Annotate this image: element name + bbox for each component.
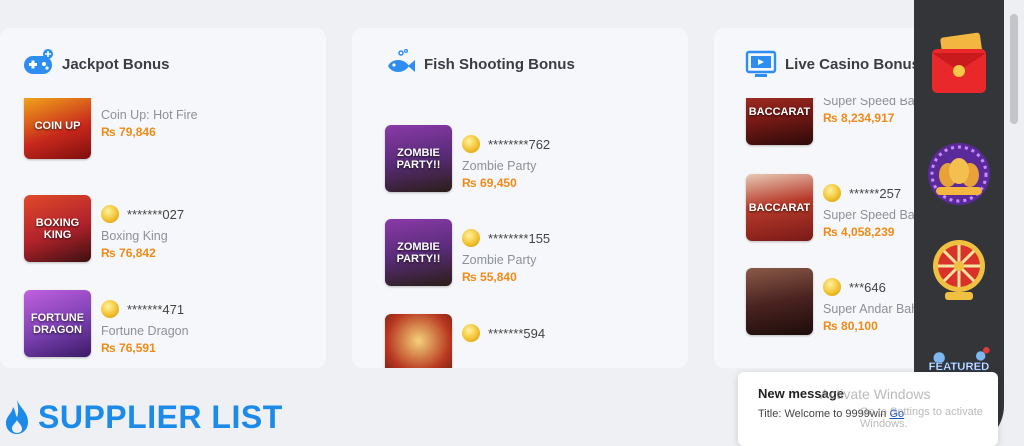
bonus-list: COIN UP Coin Up: Hot Fire ₨ 79,846 BOXIN… — [0, 98, 326, 368]
coin-icon — [462, 229, 480, 247]
live-tv-icon — [745, 50, 777, 77]
bonus-amount: ₨ 79,846 — [101, 125, 156, 139]
game-thumbnail[interactable]: BOXING KING — [24, 195, 91, 262]
panel-title: Fish Shooting Bonus — [424, 55, 575, 73]
fish-icon — [388, 49, 415, 72]
bonus-amount: ₨ 55,840 — [462, 270, 517, 284]
panel-header: Fish Shooting Bonus — [384, 48, 575, 80]
masked-username: ********762 — [488, 136, 551, 152]
fire-icon — [6, 400, 28, 434]
bonus-amount: ₨ 76,591 — [101, 341, 156, 355]
masked-username: *******594 — [488, 325, 546, 341]
panel-title: Jackpot Bonus — [62, 55, 170, 73]
supplier-list-title: SUPPLIER LIST — [38, 398, 283, 435]
game-thumbnail[interactable]: BACCARAT — [746, 98, 813, 145]
game-thumbnail[interactable]: COIN UP — [24, 98, 91, 159]
coin-icon — [462, 324, 480, 342]
game-thumbnail[interactable]: BACCARAT — [746, 174, 813, 241]
toast-body: Title: Welcome to 9999win Go — [758, 408, 904, 420]
bonus-amount: ₨ 76,842 — [101, 246, 156, 260]
masked-username: ******257 — [849, 185, 902, 201]
game-thumbnail[interactable]: FORTUNE DRAGON — [24, 290, 91, 357]
game-name: Zombie Party — [462, 159, 537, 173]
bonus-amount: ₨ 69,450 — [462, 176, 517, 190]
game-thumbnail[interactable] — [385, 314, 452, 368]
list-item[interactable]: BOXING KING *******027 Boxing King ₨ 76,… — [24, 195, 184, 263]
coin-icon — [823, 278, 841, 296]
game-name: Boxing King — [101, 229, 168, 243]
list-item[interactable]: ***646 Super Andar Bahar ₨ 80,100 — [746, 268, 929, 336]
toast-message: Title: Welcome to 9999win — [758, 408, 887, 420]
new-message-toast[interactable]: New message Title: Welcome to 9999win Go — [738, 372, 998, 446]
masked-username: *******027 — [127, 206, 185, 222]
lucky-wheel-button[interactable] — [926, 234, 992, 306]
golden-eggs-button[interactable] — [926, 138, 992, 210]
red-envelope-button[interactable] — [926, 28, 992, 100]
panel-title: Live Casino Bonus — [785, 55, 921, 73]
masked-username: *******471 — [127, 301, 185, 317]
game-name: Fortune Dragon — [101, 324, 189, 338]
game-name: Coin Up: Hot Fire — [101, 108, 198, 122]
scrollbar-thumb[interactable] — [1010, 14, 1018, 124]
list-item[interactable]: FORTUNE DRAGON *******471 Fortune Dragon… — [24, 290, 189, 358]
page-scrollbar[interactable] — [1004, 0, 1024, 446]
coin-icon — [101, 300, 119, 318]
jackpot-bonus-panel: Jackpot Bonus COIN UP Coin Up: Hot Fire … — [0, 28, 326, 368]
game-thumbnail[interactable]: ZOMBIE PARTY!! — [385, 219, 452, 286]
list-item[interactable]: COIN UP Coin Up: Hot Fire ₨ 79,846 — [24, 98, 198, 160]
gamepad-icon — [24, 49, 53, 74]
golden-eggs-icon — [928, 143, 990, 205]
masked-username: ********155 — [488, 230, 551, 246]
list-item[interactable]: ZOMBIE PARTY!! ********762 Zombie Party … — [385, 125, 550, 193]
coin-icon — [823, 184, 841, 202]
toast-title: New message — [758, 386, 844, 401]
lucky-wheel-icon — [933, 240, 985, 300]
panel-header: Jackpot Bonus — [22, 48, 170, 80]
supplier-list-heading: SUPPLIER LIST — [2, 398, 283, 436]
masked-username: ***646 — [849, 279, 886, 295]
panel-header: Live Casino Bonus — [745, 48, 920, 80]
list-item[interactable]: *******594 — [385, 314, 545, 368]
game-thumbnail[interactable] — [746, 268, 813, 335]
red-envelope-icon — [932, 32, 986, 93]
game-thumbnail[interactable]: ZOMBIE PARTY!! — [385, 125, 452, 192]
bonus-list: ZOMBIE PARTY!! ********762 Zombie Party … — [352, 98, 688, 368]
list-item[interactable]: ZOMBIE PARTY!! ********155 Zombie Party … — [385, 219, 550, 287]
game-name: Zombie Party — [462, 253, 537, 267]
fish-shooting-bonus-panel: Fish Shooting Bonus ZOMBIE PARTY!! *****… — [352, 28, 688, 368]
toast-go-link[interactable]: Go — [889, 408, 904, 420]
coin-icon — [101, 205, 119, 223]
coin-icon — [462, 135, 480, 153]
